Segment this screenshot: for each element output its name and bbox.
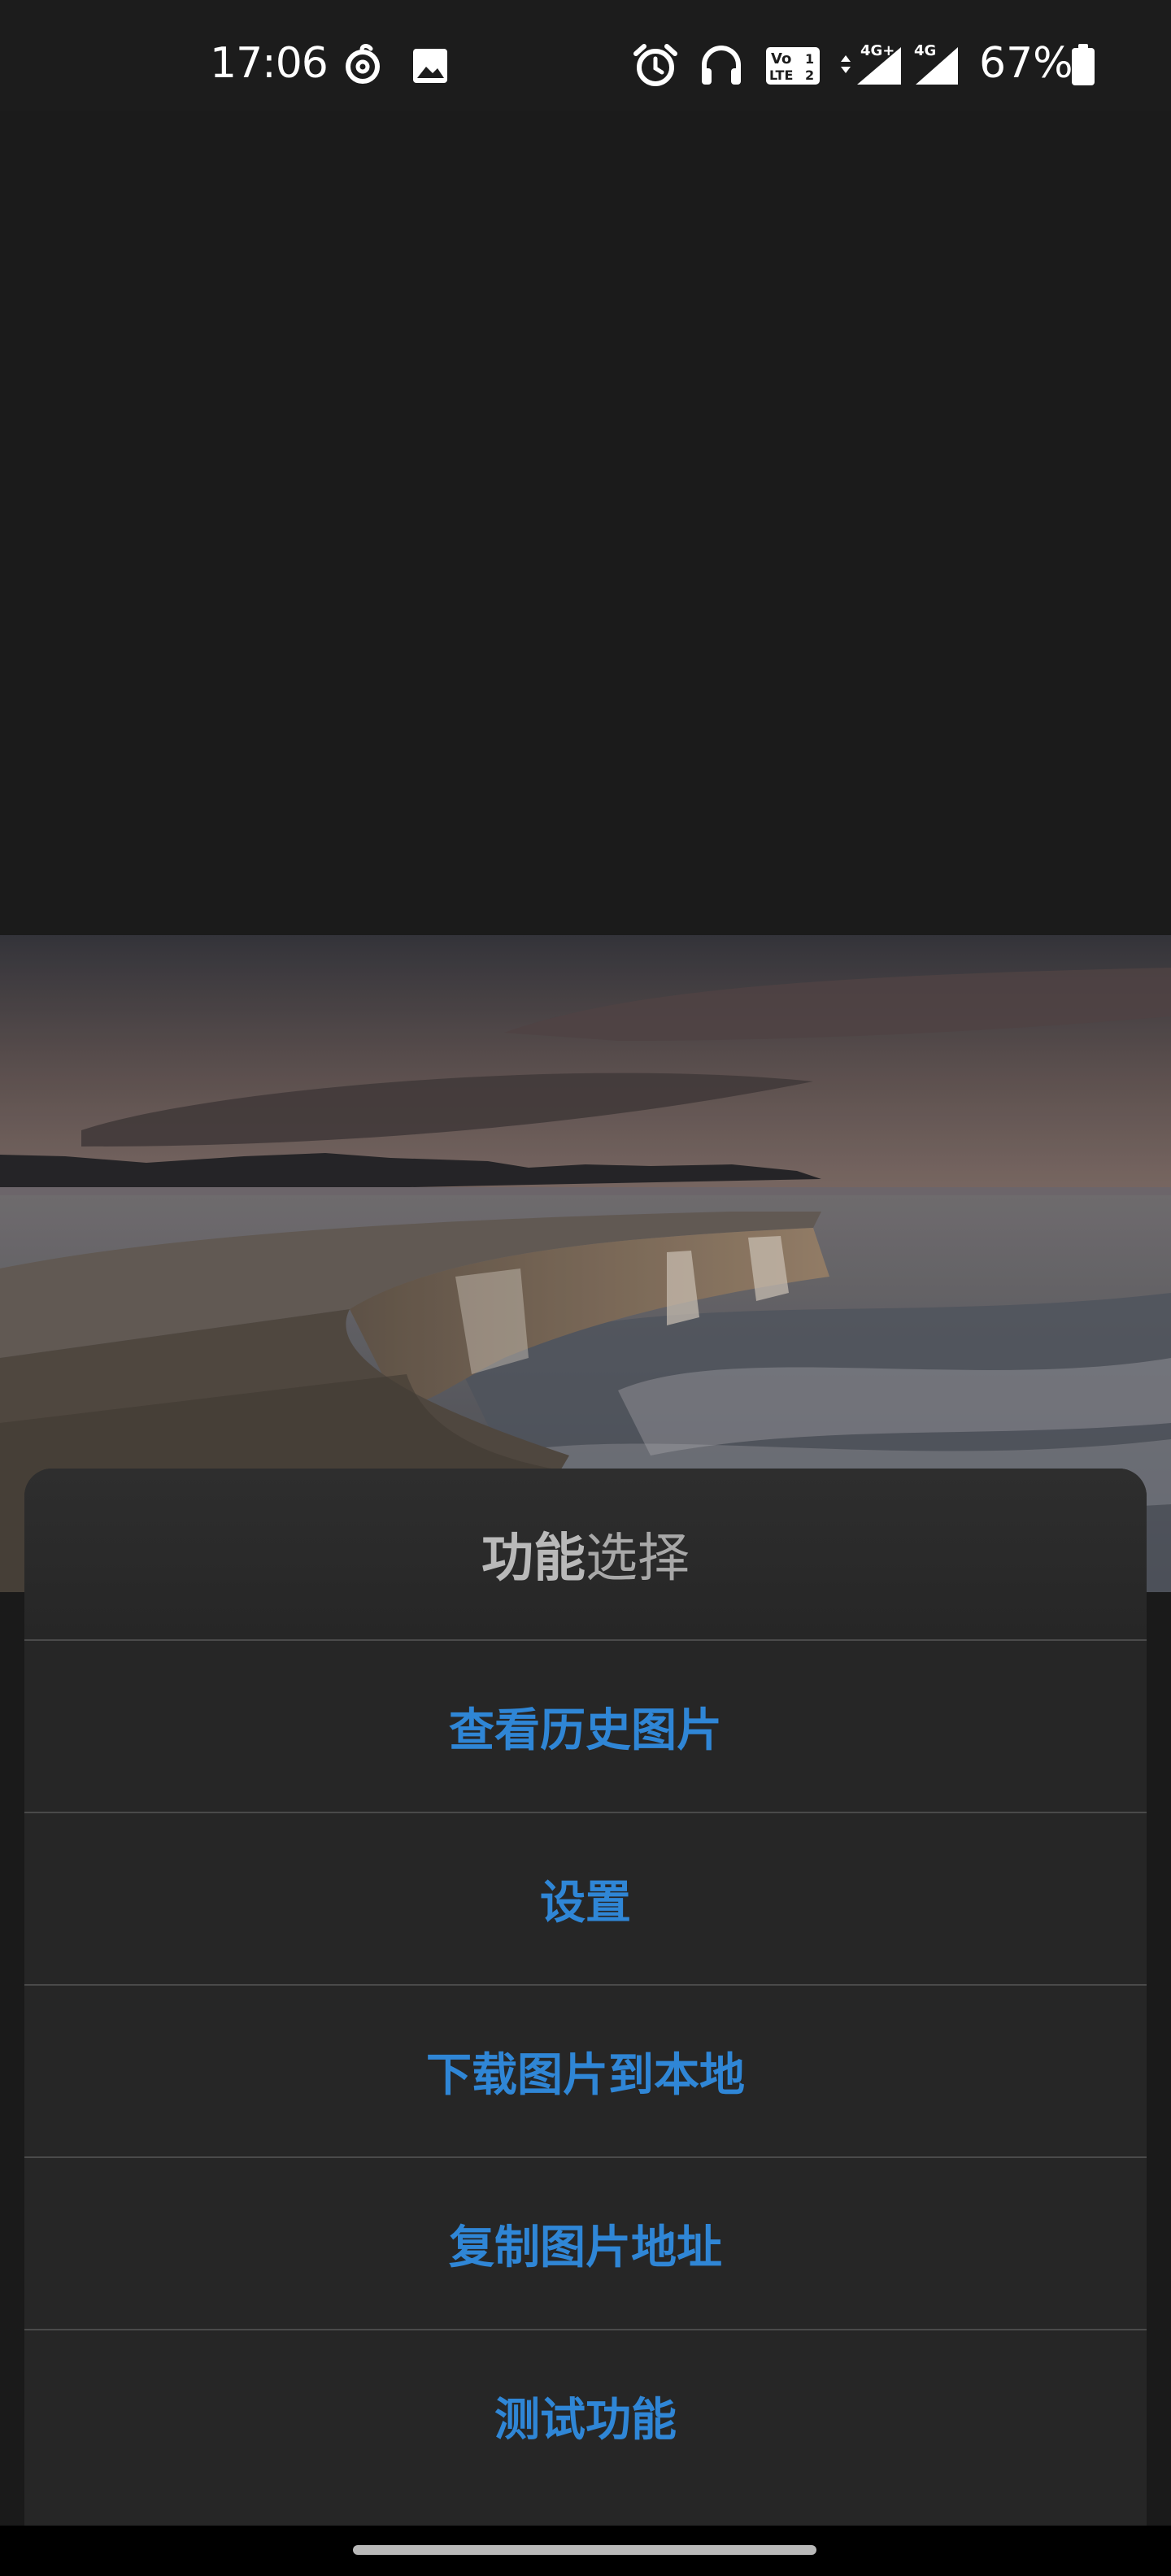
view-history-images-button[interactable]: 查看历史图片	[24, 1641, 1147, 1812]
volte-icon: Vo LTE 1 2	[766, 47, 820, 85]
battery-icon	[1072, 44, 1095, 85]
svg-text:Vo: Vo	[771, 50, 791, 67]
download-image-button[interactable]: 下载图片到本地	[24, 1986, 1147, 2156]
signal-4g-plus-icon: 4G+	[841, 42, 901, 85]
svg-text:LTE: LTE	[769, 67, 793, 83]
sheet-title: 功能 选择	[24, 1469, 1147, 1639]
copy-image-url-button[interactable]: 复制图片地址	[24, 2158, 1147, 2329]
status-bar: 17:06 Vo LTE 1 2 4G+ 4G 67%	[0, 0, 1171, 111]
content-area-top	[0, 111, 1171, 935]
test-function-button[interactable]: 测试功能	[24, 2330, 1147, 2501]
function-select-sheet: 功能 选择 查看历史图片 设置 下载图片到本地 复制图片地址 测试功能	[24, 1469, 1147, 2526]
netease-music-icon	[346, 44, 380, 84]
sheet-title-rest: 选择	[586, 1529, 690, 1589]
sheet-title-bold: 功能	[481, 1529, 586, 1589]
image-notification-icon	[413, 49, 447, 83]
signal-4g-icon: 4G	[914, 42, 958, 85]
battery-percent: 67%	[979, 39, 1073, 88]
alarm-icon	[633, 44, 677, 86]
svg-text:2: 2	[805, 67, 814, 83]
svg-text:1: 1	[805, 51, 814, 67]
gesture-handle[interactable]	[353, 2545, 816, 2555]
headphones-icon	[702, 46, 741, 85]
status-time: 17:06	[210, 39, 329, 88]
svg-text:4G: 4G	[914, 42, 936, 59]
settings-button[interactable]: 设置	[24, 1813, 1147, 1984]
svg-text:4G+: 4G+	[860, 42, 895, 59]
